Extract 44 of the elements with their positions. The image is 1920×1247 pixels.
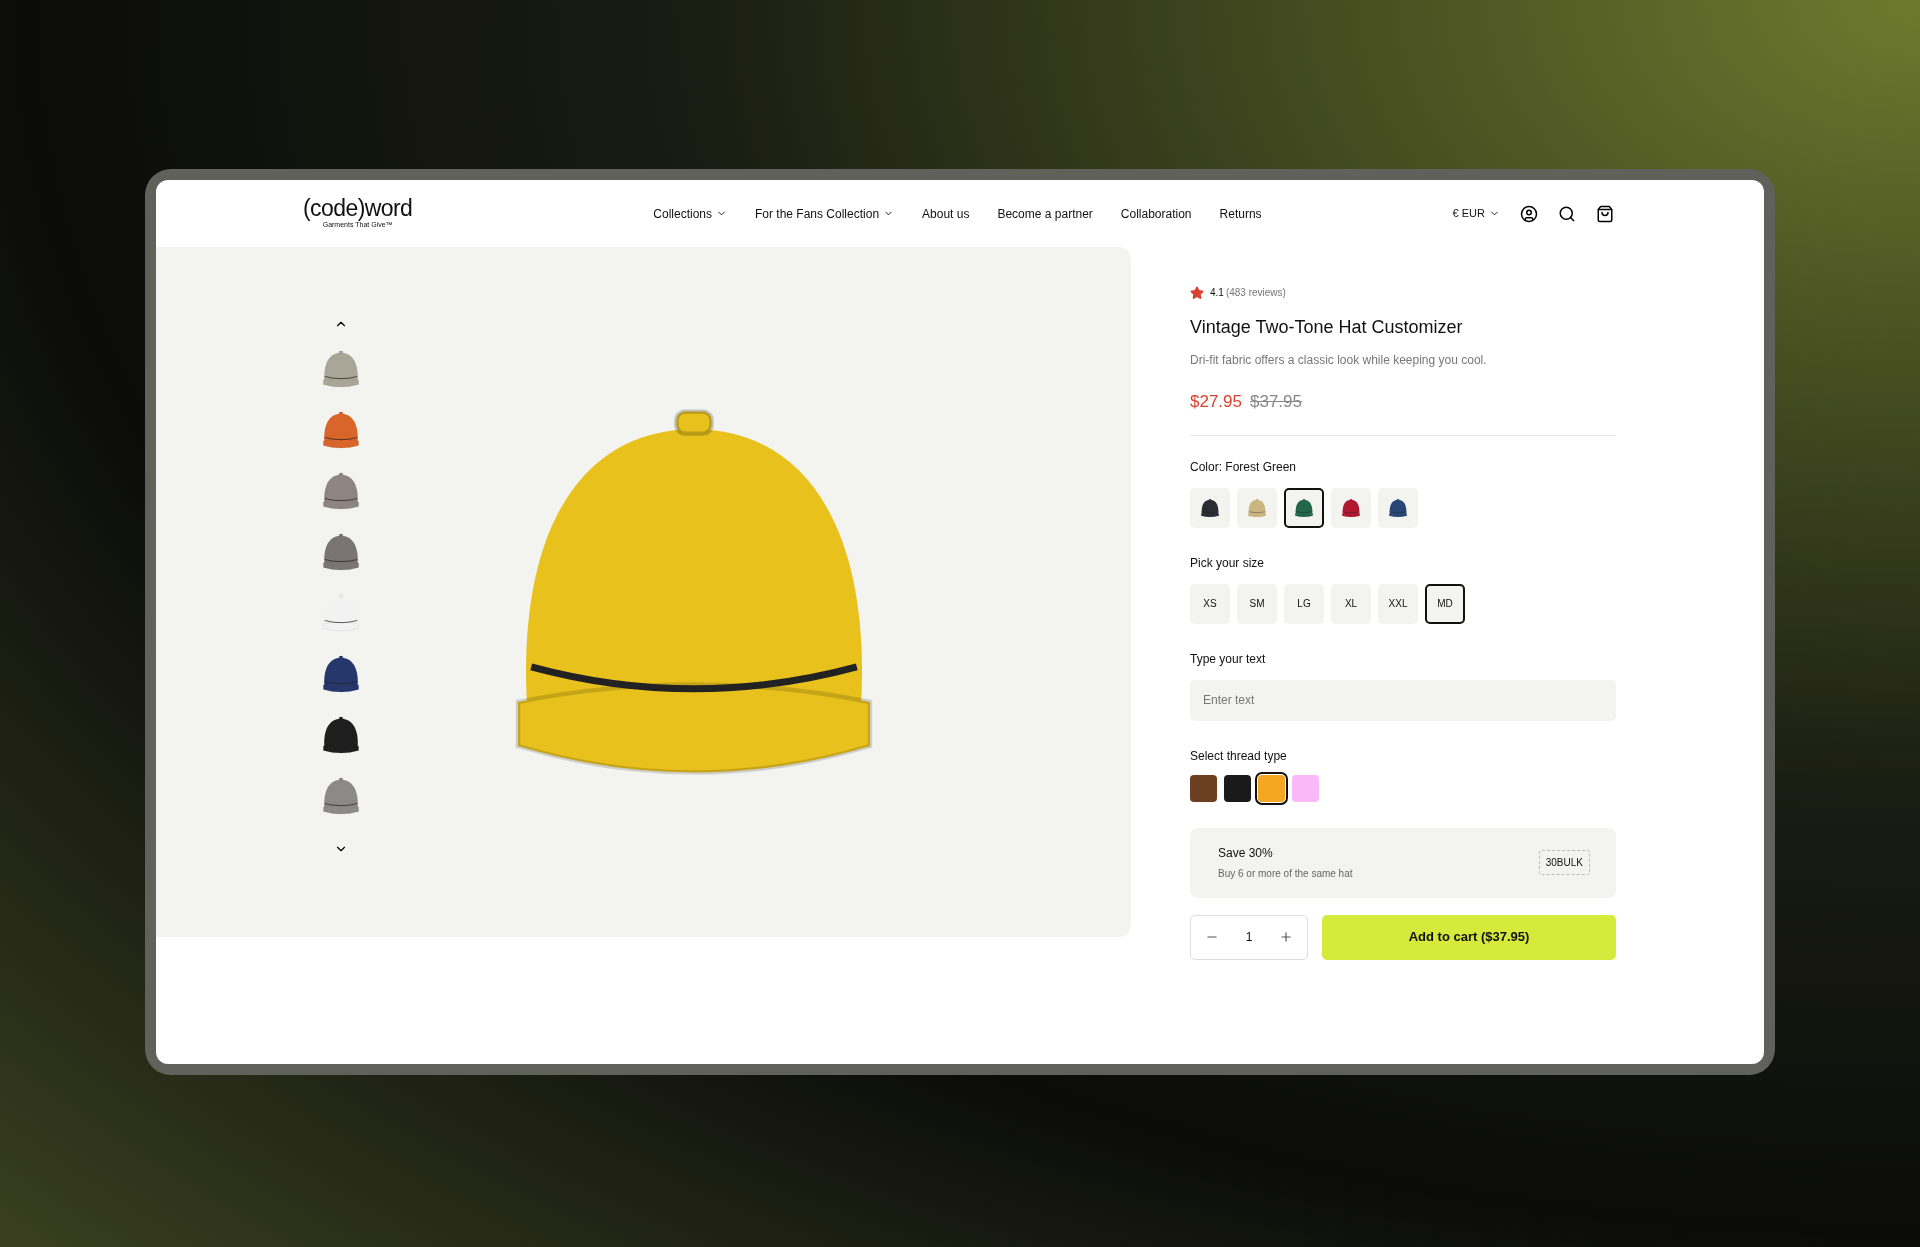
star-icon: [1190, 285, 1204, 300]
size-option[interactable]: XL: [1331, 583, 1371, 624]
nav-link[interactable]: Collections: [653, 204, 727, 223]
plus-icon[interactable]: [1279, 930, 1294, 944]
thread-swatch[interactable]: [1224, 774, 1251, 802]
text-label: Type your text: [1190, 650, 1267, 668]
thread-swatch[interactable]: [1258, 774, 1285, 802]
offer-subtitle: Buy 6 or more of the same hat: [1218, 867, 1353, 881]
offer-title: Save 30%: [1218, 845, 1274, 862]
thread-swatch[interactable]: [1190, 774, 1217, 802]
size-option[interactable]: SM: [1237, 583, 1277, 624]
nav-link[interactable]: Collaboration: [1120, 204, 1192, 223]
nav-link[interactable]: For the Fans Collection: [755, 204, 895, 223]
currency-selector[interactable]: € EUR: [1452, 205, 1500, 222]
bag-icon[interactable]: [1596, 204, 1614, 223]
text-input[interactable]: Enter text: [1190, 679, 1616, 721]
product-title: Vintage Two-Tone Hat Customizer: [1190, 316, 1464, 339]
review-count[interactable]: (483 reviews): [1225, 285, 1286, 300]
color-label: Color: Forest Green: [1190, 458, 1298, 476]
nav-link[interactable]: Become a partner: [997, 204, 1093, 223]
color-swatch[interactable]: [1284, 487, 1324, 528]
color-swatch[interactable]: [1378, 487, 1418, 528]
quantity-value: 1: [1245, 929, 1253, 946]
size-option[interactable]: XS: [1190, 583, 1230, 624]
thread-label: Select thread type: [1190, 747, 1288, 765]
thread-swatch[interactable]: [1292, 774, 1319, 802]
sale-price: $27.95: [1190, 391, 1242, 413]
color-swatch[interactable]: [1331, 487, 1371, 528]
size-option[interactable]: LG: [1284, 583, 1324, 624]
search-icon[interactable]: [1558, 204, 1576, 223]
logo[interactable]: (code)word: [303, 196, 413, 221]
color-swatch[interactable]: [1190, 487, 1230, 528]
color-swatch[interactable]: [1237, 487, 1277, 528]
nav-link[interactable]: About us: [922, 204, 970, 223]
add-to-cart-button[interactable]: Add to cart ($37.95): [1322, 914, 1616, 960]
discount-code[interactable]: 30BULK: [1538, 850, 1590, 875]
nav-link[interactable]: Returns: [1219, 204, 1262, 223]
account-icon[interactable]: [1520, 204, 1538, 223]
size-option[interactable]: XXL: [1378, 583, 1418, 624]
rating: 4.1: [1210, 286, 1224, 300]
size-label: Pick your size: [1190, 554, 1266, 572]
size-option[interactable]: MD: [1425, 583, 1465, 624]
product-description: Dri-fit fabric offers a classic look while keeping you cool.: [1190, 352, 1488, 369]
original-price: $37.95: [1250, 391, 1302, 413]
